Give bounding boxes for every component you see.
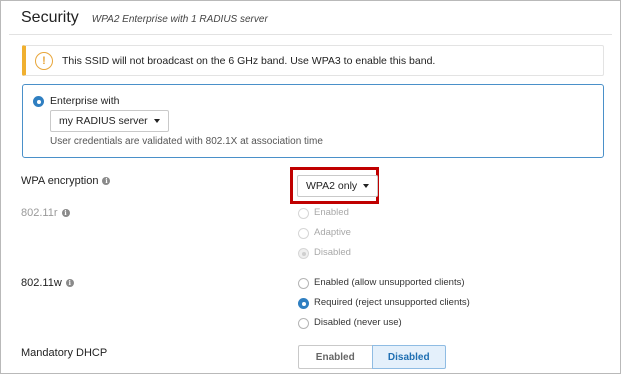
dot11r-label: 802.11r i — [21, 207, 70, 219]
wpa-encryption-label: WPA encryption i — [21, 175, 111, 187]
info-icon[interactable]: i — [102, 177, 111, 185]
radio-button[interactable] — [298, 298, 309, 309]
radius-server-dropdown[interactable]: my RADIUS server — [50, 110, 169, 132]
dot11w-label: 802.11w i — [21, 277, 74, 289]
radio-button[interactable] — [298, 278, 309, 289]
radio-button — [298, 228, 309, 239]
dot11r-label-text: 802.11r — [21, 207, 58, 219]
option-label: Disabled (never use) — [314, 317, 402, 328]
caret-down-icon — [363, 184, 370, 188]
security-panel: Security WPA2 Enterprise with 1 RADIUS s… — [0, 0, 621, 374]
wpa-encryption-dropdown[interactable]: WPA2 only — [297, 175, 379, 197]
radius-server-value: my RADIUS server — [59, 115, 148, 127]
warning-icon: ! — [35, 51, 53, 70]
dhcp-enabled-button[interactable]: Enabled — [298, 345, 372, 369]
enterprise-option-card[interactable]: Enterprise with my RADIUS server User cr… — [22, 84, 604, 158]
mandatory-dhcp-label: Mandatory DHCP — [21, 347, 107, 359]
mandatory-dhcp-toggle: Enabled Disabled — [298, 345, 446, 369]
option-label: Adaptive — [314, 227, 351, 238]
option-label: Required (reject unsupported clients) — [314, 297, 470, 308]
caret-down-icon — [153, 119, 160, 123]
dot11w-label-text: 802.11w — [21, 277, 62, 289]
option-label: Enabled — [314, 207, 349, 218]
section-header: Security WPA2 Enterprise with 1 RADIUS s… — [21, 9, 268, 27]
enterprise-help-text: User credentials are validated with 802.… — [50, 136, 323, 147]
option-label: Enabled (allow unsupported clients) — [314, 277, 465, 288]
section-title: Security — [21, 9, 79, 26]
enterprise-label: Enterprise with — [50, 95, 120, 107]
option-label: Disabled — [314, 247, 351, 258]
radio-button[interactable] — [298, 318, 309, 329]
mandatory-dhcp-label-text: Mandatory DHCP — [21, 347, 108, 359]
radio-button — [298, 248, 309, 259]
notice-message: This SSID will not broadcast on the 6 GH… — [62, 54, 436, 67]
enterprise-radio[interactable] — [33, 96, 44, 107]
dhcp-disabled-button[interactable]: Disabled — [371, 345, 446, 369]
info-icon[interactable]: i — [61, 209, 70, 217]
wpa-encryption-label-text: WPA encryption — [21, 175, 99, 187]
band-warning-notice: ! This SSID will not broadcast on the 6 … — [22, 45, 604, 76]
radio-button — [298, 208, 309, 219]
header-divider — [9, 34, 612, 35]
section-subtitle: WPA2 Enterprise with 1 RADIUS server — [91, 14, 268, 25]
info-icon[interactable]: i — [65, 279, 74, 287]
wpa-encryption-value: WPA2 only — [306, 180, 358, 192]
